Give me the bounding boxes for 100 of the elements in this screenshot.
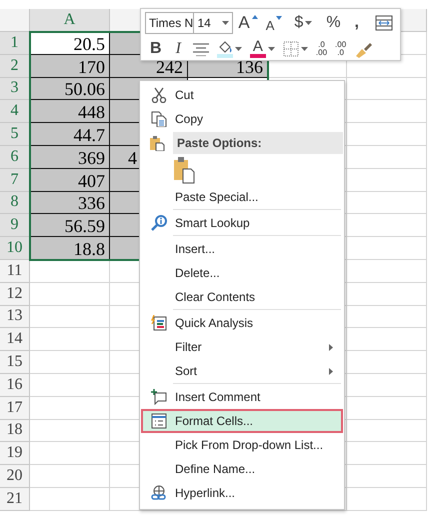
- table-cell[interactable]: [347, 237, 427, 260]
- row-header[interactable]: 20: [0, 465, 30, 488]
- select-all-corner[interactable]: [0, 9, 30, 32]
- table-cell[interactable]: 170: [30, 54, 110, 78]
- center-align-icon: [192, 42, 209, 56]
- table-cell[interactable]: [347, 306, 427, 328]
- row-header[interactable]: 9: [0, 214, 30, 238]
- menu-item[interactable]: Pick From Drop-down List...: [141, 433, 343, 457]
- row-header[interactable]: 19: [0, 442, 30, 466]
- font-size-dropdown[interactable]: 14: [193, 12, 234, 34]
- table-cell[interactable]: 56.59: [30, 214, 110, 238]
- table-cell[interactable]: 20.5: [30, 32, 110, 55]
- menu-item[interactable]: Format Cells...: [141, 409, 343, 433]
- row-header[interactable]: 8: [0, 192, 30, 214]
- menu-item[interactable]: Paste Special...: [141, 185, 343, 209]
- menu-item[interactable]: Smart Lookup: [141, 211, 343, 235]
- table-cell[interactable]: [30, 396, 110, 420]
- scissors-icon: [151, 87, 167, 103]
- row-header[interactable]: 2: [0, 54, 30, 78]
- row-header[interactable]: 4: [0, 100, 30, 124]
- table-cell[interactable]: 369: [30, 146, 110, 169]
- table-cell[interactable]: [347, 488, 427, 511]
- table-cell[interactable]: [347, 214, 427, 238]
- column-header[interactable]: A: [30, 9, 110, 32]
- table-cell[interactable]: [347, 168, 427, 192]
- table-cell[interactable]: [347, 442, 427, 466]
- table-cell[interactable]: [30, 306, 110, 328]
- row-header[interactable]: 15: [0, 351, 30, 374]
- table-cell[interactable]: [30, 351, 110, 374]
- table-cell[interactable]: [347, 78, 427, 100]
- quick-analysis-icon: [151, 315, 167, 331]
- font-name-dropdown[interactable]: Times N: [145, 12, 194, 34]
- menu-item[interactable]: Define Name...: [141, 457, 343, 481]
- table-cell[interactable]: 18.8: [30, 237, 110, 260]
- table-cell[interactable]: [30, 282, 110, 306]
- row-header[interactable]: 21: [0, 488, 30, 511]
- up-triangle-icon: [252, 15, 258, 19]
- table-cell[interactable]: [347, 146, 427, 169]
- row-header[interactable]: 7: [0, 168, 30, 192]
- table-cell[interactable]: [347, 465, 427, 488]
- row-header[interactable]: 13: [0, 306, 30, 328]
- table-cell[interactable]: [30, 328, 110, 352]
- table-cell[interactable]: [30, 260, 110, 283]
- row-header[interactable]: 10: [0, 237, 30, 260]
- increase-decimal-button[interactable]: .0 .00: [312, 38, 330, 60]
- hyperlink-icon: [151, 485, 167, 501]
- row-header[interactable]: 5: [0, 123, 30, 146]
- row-header[interactable]: 18: [0, 420, 30, 442]
- row-header[interactable]: 12: [0, 282, 30, 306]
- menu-item[interactable]: Sort: [141, 359, 343, 383]
- menu-item[interactable]: Clear Contents: [141, 285, 343, 309]
- table-cell[interactable]: 448: [30, 100, 110, 124]
- menu-item[interactable]: Quick Analysis: [141, 311, 343, 335]
- row-header[interactable]: 17: [0, 396, 30, 420]
- currency-button[interactable]: $: [291, 12, 316, 34]
- merge-icon: [375, 15, 393, 31]
- menu-item[interactable]: Insert Comment: [141, 385, 343, 409]
- table-cell[interactable]: 336: [30, 192, 110, 214]
- caret-icon: [300, 47, 308, 51]
- row-header[interactable]: 3: [0, 78, 30, 100]
- submenu-arrow-icon: [329, 344, 333, 350]
- paste-button[interactable]: [173, 156, 195, 184]
- paintbrush-icon: [354, 40, 374, 58]
- table-cell[interactable]: [30, 442, 110, 466]
- table-cell[interactable]: [30, 420, 110, 442]
- table-cell[interactable]: [30, 465, 110, 488]
- table-cell[interactable]: [30, 374, 110, 397]
- table-cell[interactable]: [347, 328, 427, 352]
- table-cell[interactable]: 407: [30, 168, 110, 192]
- borders-icon: [282, 41, 299, 57]
- menu-item[interactable]: Cut: [141, 83, 343, 107]
- menu-item[interactable]: Delete...: [141, 261, 343, 285]
- table-cell[interactable]: [347, 100, 427, 124]
- row-header[interactable]: 6: [0, 146, 30, 169]
- row-header[interactable]: 1: [0, 32, 30, 55]
- menu-item[interactable]: Copy: [141, 107, 343, 131]
- table-cell[interactable]: [347, 192, 427, 214]
- table-cell[interactable]: [347, 123, 427, 146]
- caret-icon: [268, 47, 275, 51]
- percent-button[interactable]: %: [323, 12, 344, 34]
- table-cell[interactable]: [347, 351, 427, 374]
- shrink-font-button[interactable]: A: [262, 12, 286, 34]
- comma-button[interactable]: ,: [352, 12, 362, 34]
- caret-icon: [305, 21, 312, 25]
- table-cell[interactable]: [347, 374, 427, 397]
- menu-item[interactable]: Filter: [141, 335, 343, 359]
- menu-item[interactable]: Hyperlink...: [141, 481, 343, 505]
- menu-item[interactable]: Insert...: [141, 237, 343, 261]
- table-cell[interactable]: [347, 420, 427, 442]
- table-cell[interactable]: [347, 396, 427, 420]
- decrease-decimal-button[interactable]: .00 .0: [332, 38, 350, 60]
- row-header[interactable]: 11: [0, 260, 30, 283]
- table-cell[interactable]: 50.06: [30, 78, 110, 100]
- table-cell[interactable]: 44.7: [30, 123, 110, 146]
- row-header[interactable]: 16: [0, 374, 30, 397]
- row-header[interactable]: 14: [0, 328, 30, 352]
- table-cell[interactable]: [347, 260, 427, 283]
- grow-font-button[interactable]: A: [235, 12, 261, 34]
- table-cell[interactable]: [30, 488, 110, 511]
- table-cell[interactable]: [347, 282, 427, 306]
